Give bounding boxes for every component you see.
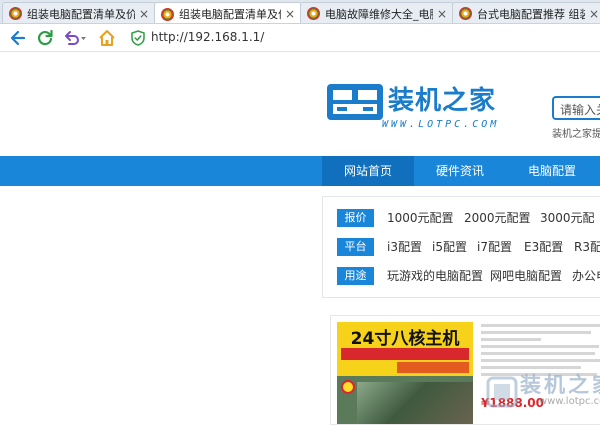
address-bar-url[interactable]: http://192.168.1.1/ [151, 30, 264, 44]
category-link[interactable]: 1000元配置 [387, 209, 454, 227]
tab-title: 电脑故障维修大全_电脑 [325, 7, 433, 21]
site-brand-subtitle: WWW.LOTPC.COM [382, 119, 500, 130]
promo-badge-icon [341, 380, 355, 394]
category-link[interactable]: 2000元配置 [464, 209, 531, 227]
tab-title: 组装电脑配置清单及价 [27, 7, 135, 21]
promo-red-bar [341, 348, 469, 360]
category-link[interactable]: 玩游戏的电脑配置 [387, 267, 483, 285]
category-link[interactable]: R3配 [574, 238, 600, 256]
search-placeholder: 请输入关 [560, 103, 600, 117]
tab-close-icon[interactable]: × [437, 8, 447, 20]
category-link[interactable]: 3000元配 [540, 209, 595, 227]
promo-headline: 24寸八核主机 [350, 329, 460, 349]
search-input[interactable]: 请输入关 [552, 96, 600, 120]
undo-icon[interactable] [62, 28, 88, 48]
site-favicon-icon [161, 7, 174, 21]
category-link[interactable]: 网吧电脑配置 [490, 267, 562, 285]
browser-tab-strip: 组装电脑配置清单及价 × 组装电脑配置清单及价 × 电脑故障维修大全_电脑 × … [0, 0, 600, 24]
site-logo-icon[interactable] [326, 83, 384, 121]
category-tag: 报价 [337, 209, 374, 227]
search-hint-text: 装机之家提 [552, 129, 600, 140]
category-link[interactable]: i3配置 [387, 238, 422, 256]
browser-toolbar: http://192.168.1.1/ [0, 24, 600, 52]
shield-check-icon [131, 30, 145, 46]
category-filter-box: 报价 1000元配置 2000元配置 3000元配 平台 i3配置 i5配置 i… [322, 196, 600, 298]
promo-orange-bar [397, 362, 469, 373]
category-row-price: 报价 1000元配置 2000元配置 3000元配 [323, 207, 600, 229]
category-link[interactable]: 办公电 [572, 267, 600, 285]
site-brand-name[interactable]: 装机之家 [388, 80, 496, 117]
category-link[interactable]: i7配置 [477, 238, 512, 256]
tab-close-icon[interactable]: × [285, 8, 295, 20]
tab-close-icon[interactable]: × [139, 8, 149, 20]
promo-image[interactable]: 24寸八核主机 [337, 322, 473, 424]
category-row-usage: 用途 玩游戏的电脑配置 网吧电脑配置 办公电 [323, 265, 600, 287]
browser-tab-4[interactable]: 台式电脑配置推荐 组装 × [452, 2, 600, 23]
site-favicon-icon [459, 7, 472, 20]
watermark-url: www.lotpc.com [539, 396, 600, 407]
back-arrow-icon[interactable] [8, 28, 28, 48]
browser-tab-2-active[interactable]: 组装电脑配置清单及价 × [154, 2, 302, 23]
nav-item-hardware-news[interactable]: 硬件资讯 [414, 156, 506, 186]
nav-item-home[interactable]: 网站首页 [322, 156, 414, 186]
category-tag: 平台 [337, 238, 374, 256]
watermark-logo-icon [486, 376, 518, 408]
site-main-nav: 网站首页 硬件资讯 电脑配置 [0, 156, 600, 186]
nav-item-pc-config[interactable]: 电脑配置 [506, 156, 598, 186]
site-favicon-icon [9, 7, 22, 20]
home-icon[interactable] [97, 28, 117, 48]
tab-title: 组装电脑配置清单及价 [179, 8, 281, 21]
category-row-platform: 平台 i3配置 i5配置 i7配置 E3配置 R3配 [323, 236, 600, 258]
browser-tab-3[interactable]: 电脑故障维修大全_电脑 × [300, 2, 454, 23]
category-tag: 用途 [337, 267, 374, 285]
watermark-text: 装机之家 [520, 373, 600, 397]
tab-title: 台式电脑配置推荐 组装 [477, 7, 585, 21]
promo-game-scene [357, 382, 473, 424]
category-link[interactable]: E3配置 [524, 238, 563, 256]
tab-close-icon[interactable]: × [589, 8, 599, 20]
browser-tab-1[interactable]: 组装电脑配置清单及价 × [2, 2, 156, 23]
site-favicon-icon [307, 7, 320, 20]
category-link[interactable]: i5配置 [432, 238, 467, 256]
refresh-icon[interactable] [35, 28, 55, 48]
